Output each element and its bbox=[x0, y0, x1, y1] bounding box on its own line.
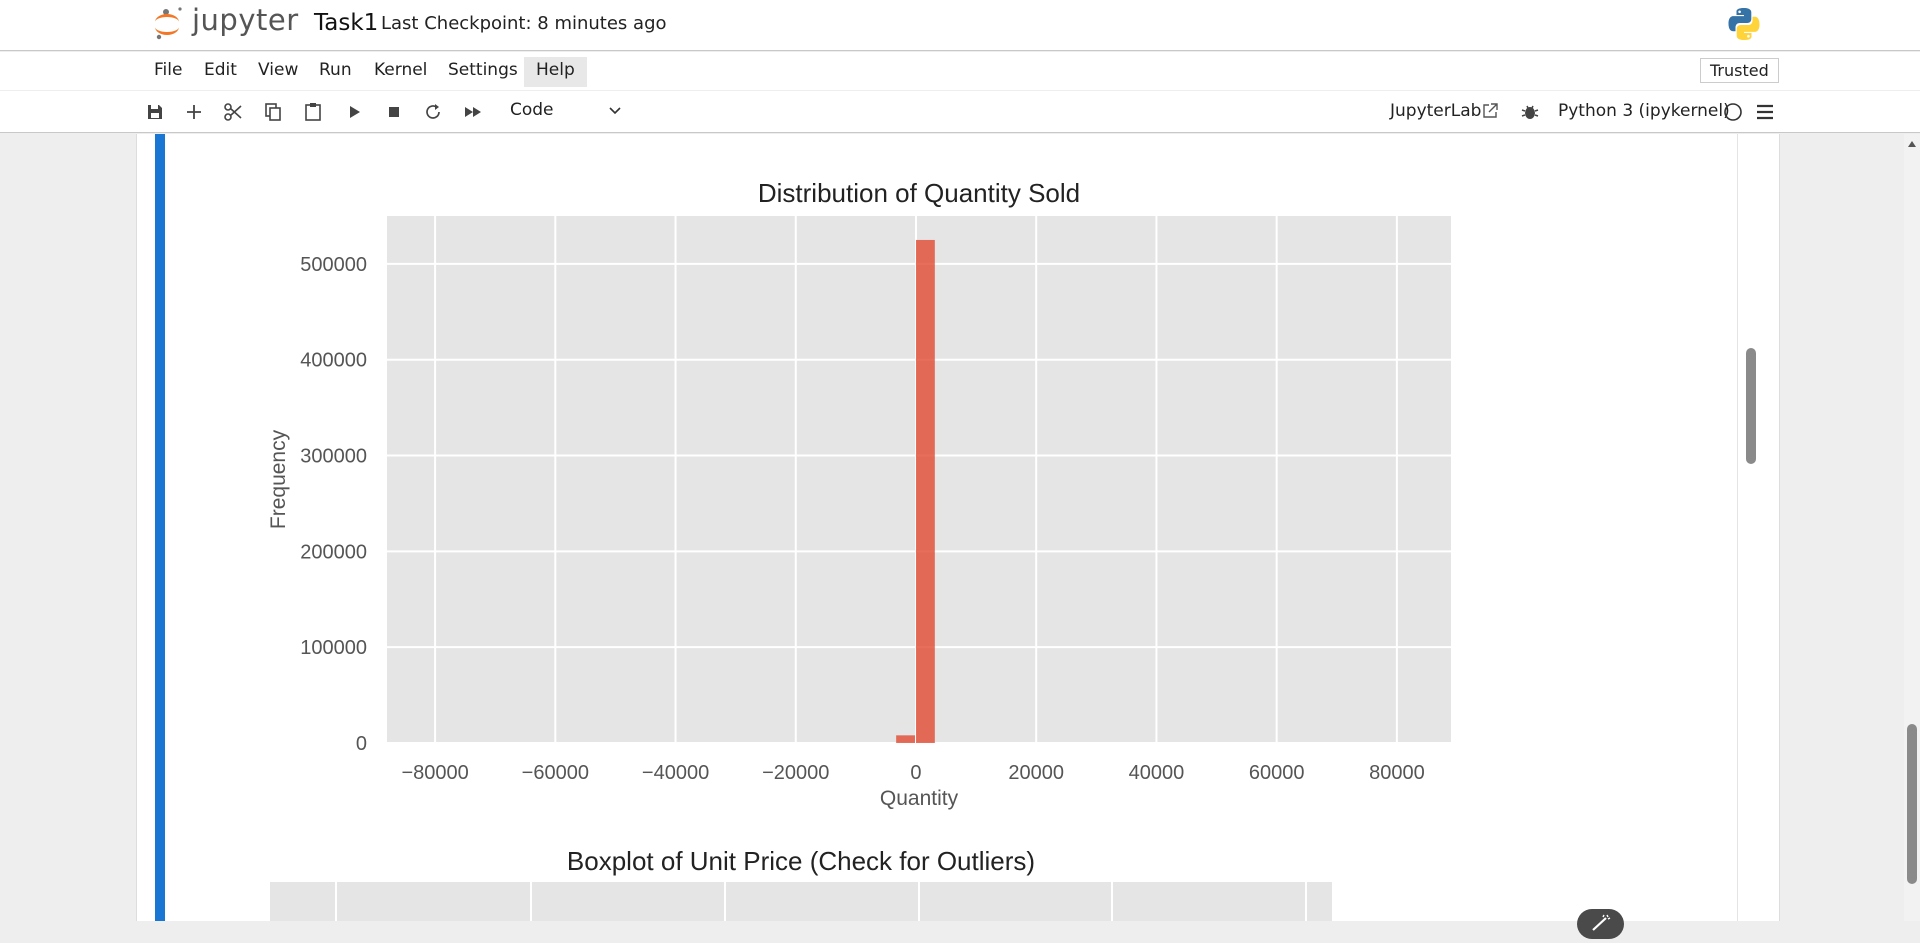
inner-scrollbar-thumb[interactable] bbox=[1746, 348, 1756, 464]
y-tick-label: 0 bbox=[356, 733, 367, 755]
jupyter-wordmark[interactable]: jupyter bbox=[192, 3, 299, 37]
checkpoint-status: Last Checkpoint: 8 minutes ago bbox=[381, 13, 667, 34]
x-tick-label: 60000 bbox=[1249, 762, 1305, 784]
inner-scrollbar[interactable] bbox=[1744, 346, 1758, 466]
chevron-down-icon[interactable] bbox=[606, 101, 624, 119]
scrollbar-thumb[interactable] bbox=[1907, 724, 1917, 884]
x-axis-label: Quantity bbox=[880, 787, 959, 810]
external-link-icon[interactable] bbox=[1481, 102, 1499, 120]
wand-button[interactable] bbox=[1577, 909, 1624, 939]
page-scrollbar[interactable] bbox=[1904, 134, 1920, 921]
x-tick-labels: −80000 −60000 −40000 −20000 0 20000 40000 60000… bbox=[401, 762, 1424, 784]
copy-icon[interactable] bbox=[262, 101, 284, 123]
debugger-icon[interactable] bbox=[1519, 101, 1541, 123]
stop-icon[interactable] bbox=[383, 101, 405, 123]
menu-view[interactable]: View bbox=[258, 60, 298, 90]
menu-edit[interactable]: Edit bbox=[204, 60, 237, 90]
notebook-toolbar: Code JupyterLab Python 3 (ipykernel) bbox=[0, 91, 1920, 133]
run-icon[interactable] bbox=[343, 101, 365, 123]
menu-help[interactable]: Help bbox=[524, 57, 587, 87]
y-tick-label: 400000 bbox=[300, 350, 367, 372]
kernel-status-icon bbox=[1724, 103, 1742, 121]
restart-icon[interactable] bbox=[422, 101, 444, 123]
histogram-bar bbox=[915, 239, 935, 744]
menu-run[interactable]: Run bbox=[319, 60, 352, 90]
save-icon[interactable] bbox=[144, 101, 166, 123]
y-tick-label: 500000 bbox=[300, 254, 367, 276]
jupyterlab-link[interactable]: JupyterLab bbox=[1390, 101, 1481, 121]
scroll-up-icon[interactable] bbox=[1908, 141, 1916, 147]
trusted-badge[interactable]: Trusted bbox=[1700, 58, 1779, 83]
x-tick-label: −60000 bbox=[522, 762, 589, 784]
y-tick-label: 100000 bbox=[300, 637, 367, 659]
python-icon bbox=[1728, 8, 1760, 40]
menu-icon[interactable] bbox=[1754, 101, 1776, 123]
y-tick-label: 200000 bbox=[300, 541, 367, 563]
x-tick-label: 20000 bbox=[1008, 762, 1064, 784]
cut-icon[interactable] bbox=[222, 101, 244, 123]
y-tick-labels: 0 100000 200000 300000 400000 500000 bbox=[300, 254, 367, 755]
menu-bar: File Edit View Run Kernel Settings Help bbox=[0, 52, 1920, 90]
x-tick-label: −40000 bbox=[642, 762, 709, 784]
histogram-bar bbox=[896, 735, 915, 743]
x-tick-label: 0 bbox=[910, 762, 921, 784]
top-bar: jupyter Task1 Last Checkpoint: 8 minutes… bbox=[0, 0, 1920, 51]
notebook-title[interactable]: Task1 bbox=[314, 10, 378, 36]
output-figures: −80000 −60000 −40000 −20000 0 20000 40000 60000… bbox=[267, 178, 1451, 921]
cell-output: −80000 −60000 −40000 −20000 0 20000 40000 60000… bbox=[174, 134, 1738, 939]
x-tick-label: 80000 bbox=[1369, 762, 1425, 784]
chart-title: Distribution of Quantity Sold bbox=[758, 178, 1080, 208]
quantity-histogram: −80000 −60000 −40000 −20000 0 20000 40000 60000… bbox=[267, 178, 1451, 810]
menu-kernel[interactable]: Kernel bbox=[374, 60, 427, 90]
unit-price-boxplot: Boxplot of Unit Price (Check for Outlier… bbox=[270, 846, 1332, 921]
active-cell-indicator[interactable] bbox=[155, 134, 165, 921]
menu-settings[interactable]: Settings bbox=[448, 60, 518, 90]
scrollbar-track[interactable] bbox=[1904, 134, 1920, 921]
x-tick-label: 40000 bbox=[1129, 762, 1185, 784]
y-axis-label: Frequency bbox=[267, 429, 290, 529]
x-tick-label: −20000 bbox=[762, 762, 829, 784]
kernel-name[interactable]: Python 3 (ipykernel) bbox=[1558, 101, 1730, 121]
chart-title-boxplot: Boxplot of Unit Price (Check for Outlier… bbox=[567, 846, 1035, 876]
menu-file[interactable]: File bbox=[154, 60, 182, 90]
magic-wand-icon[interactable] bbox=[1577, 909, 1624, 939]
add-cell-icon[interactable] bbox=[183, 101, 205, 123]
fast-forward-icon[interactable] bbox=[462, 101, 484, 123]
paste-icon[interactable] bbox=[302, 101, 324, 123]
y-tick-label: 300000 bbox=[300, 446, 367, 468]
cell-type-select[interactable]: Code bbox=[510, 100, 554, 120]
x-tick-label: −80000 bbox=[401, 762, 468, 784]
plot-area-boxplot bbox=[270, 882, 1332, 921]
